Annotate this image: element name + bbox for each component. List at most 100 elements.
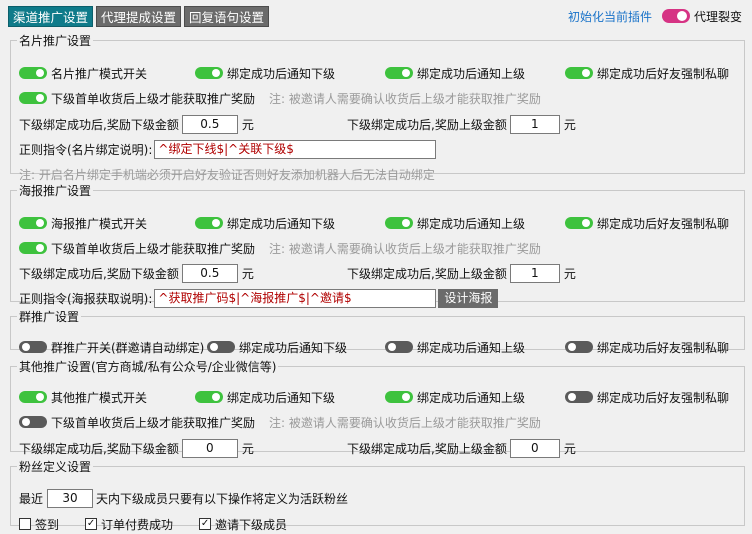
fans-days-suffix: 天内下级成员只要有以下操作将定义为活跃粉丝 bbox=[96, 491, 349, 506]
poster-reward-up-input[interactable]: 1 bbox=[509, 263, 560, 283]
other-reward-down-label: 下级绑定成功后,奖励下级金额 bbox=[19, 441, 179, 456]
card-mode-switch[interactable]: 名片推广模式开关 bbox=[19, 63, 147, 83]
checkbox-invite-member[interactable]: ✓ bbox=[199, 518, 212, 530]
poster-note1: 注: 被邀请人需要确认收货后上级才能获取推广奖励 bbox=[269, 241, 541, 256]
toggle-off-icon[interactable] bbox=[19, 416, 47, 428]
toggle-off-icon[interactable] bbox=[565, 341, 593, 353]
tab-agent-commission[interactable]: 代理提成设置 bbox=[96, 6, 182, 27]
card-note2-row: 注: 开启名片绑定手机端必须开启好友验证否则好友添加机器人后无法自动绑定 bbox=[19, 164, 435, 184]
init-plugin-link[interactable]: 初始化当前插件 bbox=[568, 8, 652, 25]
checkbox-order-paid[interactable]: ✓ bbox=[85, 518, 98, 530]
card-notify-up-label: 绑定成功后通知上级 bbox=[417, 66, 526, 81]
group-promotion-legend: 群推广设置 bbox=[19, 310, 80, 324]
other-promotion-legend: 其他推广设置(官方商城/私有公众号/企业微信等) bbox=[19, 360, 277, 374]
other-reward-up-input[interactable]: 0 bbox=[509, 438, 560, 458]
other-reward-up-label: 下级绑定成功后,奖励上级金额 bbox=[347, 441, 507, 456]
group-mode-switch[interactable]: 群推广开关(群邀请自动绑定) bbox=[19, 337, 204, 357]
poster-notify-up-switch[interactable]: 绑定成功后通知上级 bbox=[385, 213, 525, 233]
card-note2: 注: 开启名片绑定手机端必须开启好友验证否则好友添加机器人后无法自动绑定 bbox=[19, 167, 435, 182]
group-notify-down-switch[interactable]: 绑定成功后通知下级 bbox=[207, 337, 347, 357]
card-regex-input[interactable]: ^绑定下线$|^关联下级$ bbox=[154, 139, 437, 159]
other-reward-down-row: 下级绑定成功后,奖励下级金额 0 元 bbox=[19, 438, 254, 458]
poster-first-order-label: 下级首单收货后上级才能获取推广奖励 bbox=[51, 241, 256, 256]
toggle-on-icon[interactable] bbox=[385, 391, 413, 403]
toggle-on-icon[interactable] bbox=[195, 217, 223, 229]
card-reward-down-label: 下级绑定成功后,奖励下级金额 bbox=[19, 117, 179, 132]
toggle-off-icon[interactable] bbox=[207, 341, 235, 353]
fans-days-input[interactable]: 30 bbox=[47, 488, 94, 508]
toggle-on-icon[interactable] bbox=[19, 67, 47, 79]
toggle-off-icon[interactable] bbox=[565, 391, 593, 403]
group-notify-up-switch[interactable]: 绑定成功后通知上级 bbox=[385, 337, 525, 357]
other-note1: 注: 被邀请人需要确认收货后上级才能获取推广奖励 bbox=[269, 415, 541, 430]
other-notify-down-switch[interactable]: 绑定成功后通知下级 bbox=[195, 387, 335, 407]
tab-channel-promotion[interactable]: 渠道推广设置 bbox=[8, 6, 94, 27]
card-regex-row: 正则指令(名片绑定说明): ^绑定下线$|^关联下级$ bbox=[19, 139, 437, 159]
other-promotion-group: 其他推广设置(官方商城/私有公众号/企业微信等) 其他推广模式开关 绑定成功后通… bbox=[10, 358, 745, 458]
other-mode-label: 其他推广模式开关 bbox=[51, 390, 148, 405]
poster-promotion-group: 海报推广设置 海报推广模式开关 绑定成功后通知下级 绑定成功后通知上级 绑定成功… bbox=[10, 182, 745, 308]
toggle-on-icon[interactable] bbox=[195, 67, 223, 79]
poster-reward-down-row: 下级绑定成功后,奖励下级金额 0.5 元 bbox=[19, 263, 254, 283]
agent-fission-switch[interactable]: 代理裂变 bbox=[661, 8, 742, 25]
card-reward-down-row: 下级绑定成功后,奖励下级金额 0.5 元 bbox=[19, 114, 254, 134]
other-reward-down-unit: 元 bbox=[241, 441, 254, 456]
checkbox-invite-member-label: 邀请下级成员 bbox=[215, 517, 288, 532]
other-notify-down-label: 绑定成功后通知下级 bbox=[227, 390, 336, 405]
fans-recent-label: 最近 bbox=[19, 491, 44, 506]
group-mode-label: 群推广开关(群邀请自动绑定) bbox=[51, 340, 205, 355]
poster-first-order-row: 下级首单收货后上级才能获取推广奖励 注: 被邀请人需要确认收货后上级才能获取推广… bbox=[19, 238, 541, 258]
card-notify-down-switch[interactable]: 绑定成功后通知下级 bbox=[195, 63, 335, 83]
toggle-on-icon[interactable] bbox=[565, 217, 593, 229]
card-reward-up-input[interactable]: 1 bbox=[509, 114, 560, 134]
toggle-on-icon[interactable] bbox=[195, 391, 223, 403]
poster-reward-down-label: 下级绑定成功后,奖励下级金额 bbox=[19, 266, 179, 281]
agent-fission-label: 代理裂变 bbox=[693, 9, 742, 24]
poster-mode-switch[interactable]: 海报推广模式开关 bbox=[19, 213, 147, 233]
card-mode-label: 名片推广模式开关 bbox=[51, 66, 148, 81]
other-reward-up-unit: 元 bbox=[563, 441, 576, 456]
toggle-on-icon[interactable] bbox=[19, 92, 47, 104]
poster-notify-up-label: 绑定成功后通知上级 bbox=[417, 216, 526, 231]
poster-force-chat-label: 绑定成功后好友强制私聊 bbox=[597, 216, 730, 231]
design-poster-button[interactable]: 设计海报 bbox=[438, 288, 499, 308]
toggle-on-icon[interactable] bbox=[19, 391, 47, 403]
other-force-chat-label: 绑定成功后好友强制私聊 bbox=[597, 390, 730, 405]
card-note1: 注: 被邀请人需要确认收货后上级才能获取推广奖励 bbox=[269, 91, 541, 106]
header-actions: 初始化当前插件 代理裂变 bbox=[568, 6, 742, 26]
group-promotion-group: 群推广设置 群推广开关(群邀请自动绑定) 绑定成功后通知下级 绑定成功后通知上级… bbox=[10, 308, 745, 355]
fans-definition-group: 粉丝定义设置 最近 30 天内下级成员只要有以下操作将定义为活跃粉丝 签到 ✓ … bbox=[10, 458, 745, 532]
toggle-on-icon[interactable] bbox=[19, 217, 47, 229]
toggle-on-icon[interactable] bbox=[19, 242, 47, 254]
other-mode-switch[interactable]: 其他推广模式开关 bbox=[19, 387, 147, 407]
card-force-chat-switch[interactable]: 绑定成功后好友强制私聊 bbox=[565, 63, 729, 83]
poster-reward-up-unit: 元 bbox=[563, 266, 576, 281]
card-reward-down-input[interactable]: 0.5 bbox=[181, 114, 238, 134]
card-first-order-row: 下级首单收货后上级才能获取推广奖励 注: 被邀请人需要确认收货后上级才能获取推广… bbox=[19, 88, 541, 108]
agent-fission-toggle-icon[interactable] bbox=[661, 9, 690, 23]
tab-reply-phrases[interactable]: 回复语句设置 bbox=[184, 6, 270, 27]
group-force-chat-switch[interactable]: 绑定成功后好友强制私聊 bbox=[565, 337, 729, 357]
group-notify-up-label: 绑定成功后通知上级 bbox=[417, 340, 526, 355]
checkbox-order-paid-label: 订单付费成功 bbox=[101, 517, 174, 532]
group-force-chat-label: 绑定成功后好友强制私聊 bbox=[597, 340, 730, 355]
other-reward-down-input[interactable]: 0 bbox=[181, 438, 238, 458]
toggle-on-icon[interactable] bbox=[385, 217, 413, 229]
poster-reward-up-row: 下级绑定成功后,奖励上级金额 1 元 bbox=[347, 263, 576, 283]
toggle-off-icon[interactable] bbox=[19, 341, 47, 353]
toggle-on-icon[interactable] bbox=[385, 67, 413, 79]
fans-definition-legend: 粉丝定义设置 bbox=[19, 460, 92, 474]
poster-force-chat-switch[interactable]: 绑定成功后好友强制私聊 bbox=[565, 213, 729, 233]
poster-notify-down-switch[interactable]: 绑定成功后通知下级 bbox=[195, 213, 335, 233]
other-force-chat-switch[interactable]: 绑定成功后好友强制私聊 bbox=[565, 387, 729, 407]
poster-reward-up-label: 下级绑定成功后,奖励上级金额 bbox=[347, 266, 507, 281]
toggle-on-icon[interactable] bbox=[565, 67, 593, 79]
toggle-off-icon[interactable] bbox=[385, 341, 413, 353]
poster-reward-down-input[interactable]: 0.5 bbox=[181, 263, 238, 283]
other-notify-up-switch[interactable]: 绑定成功后通知上级 bbox=[385, 387, 525, 407]
poster-regex-input[interactable]: ^获取推广码$|^海报推广$|^邀请$ bbox=[154, 288, 437, 308]
fans-days-row: 最近 30 天内下级成员只要有以下操作将定义为活跃粉丝 bbox=[19, 488, 348, 508]
card-regex-label: 正则指令(名片绑定说明): bbox=[19, 142, 153, 157]
checkbox-signin[interactable] bbox=[19, 518, 31, 530]
card-notify-up-switch[interactable]: 绑定成功后通知上级 bbox=[385, 63, 525, 83]
